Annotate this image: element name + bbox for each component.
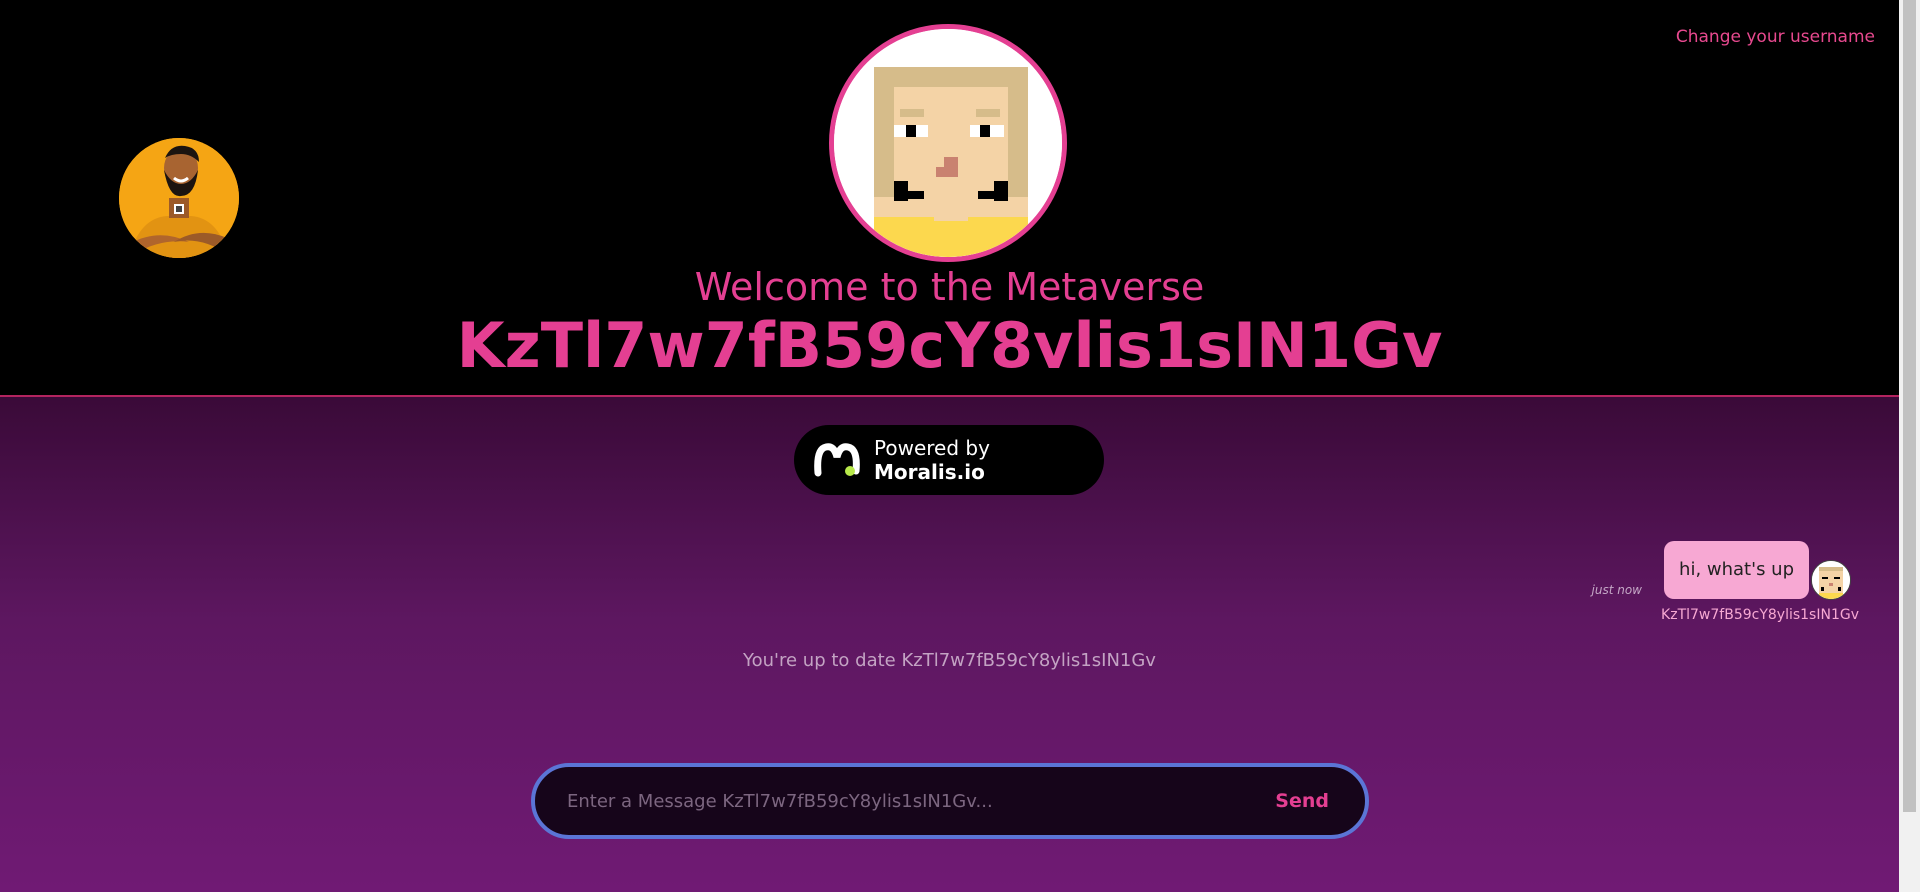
cartoon-man-avatar (119, 138, 239, 258)
moralis-brand: Moralis.io (874, 460, 985, 484)
chat-area: Powered by Moralis.io just now hi, what'… (0, 397, 1899, 892)
message-input[interactable] (565, 780, 1250, 822)
header: Change your username Welcome to the Meta… (0, 0, 1899, 397)
message-author-avatar (1811, 560, 1851, 600)
status-text: You're up to date KzTl7w7fB59cY8ylis1sIN… (743, 650, 1156, 671)
message-bubble: hi, what's up (1664, 541, 1809, 599)
powered-by-badge[interactable]: Powered by Moralis.io (794, 425, 1104, 495)
message-composer: Send (531, 763, 1369, 839)
username-heading: KzTl7w7fB59cY8ylis1sIN1Gv (456, 310, 1443, 368)
pixel-face-avatar (829, 24, 1067, 262)
moralis-logo-icon (814, 441, 860, 479)
powered-by-text: Powered by Moralis.io (874, 436, 990, 484)
send-button[interactable]: Send (1269, 789, 1335, 813)
message-time: just now (1591, 583, 1642, 597)
scrollbar[interactable] (1899, 0, 1920, 892)
scrollbar-thumb[interactable] (1903, 0, 1916, 812)
message-author: KzTl7w7fB59cY8ylis1sIN1Gv (1661, 607, 1859, 623)
welcome-heading: Welcome to the Metaverse (694, 265, 1205, 309)
change-username-link[interactable]: Change your username (1676, 27, 1875, 47)
